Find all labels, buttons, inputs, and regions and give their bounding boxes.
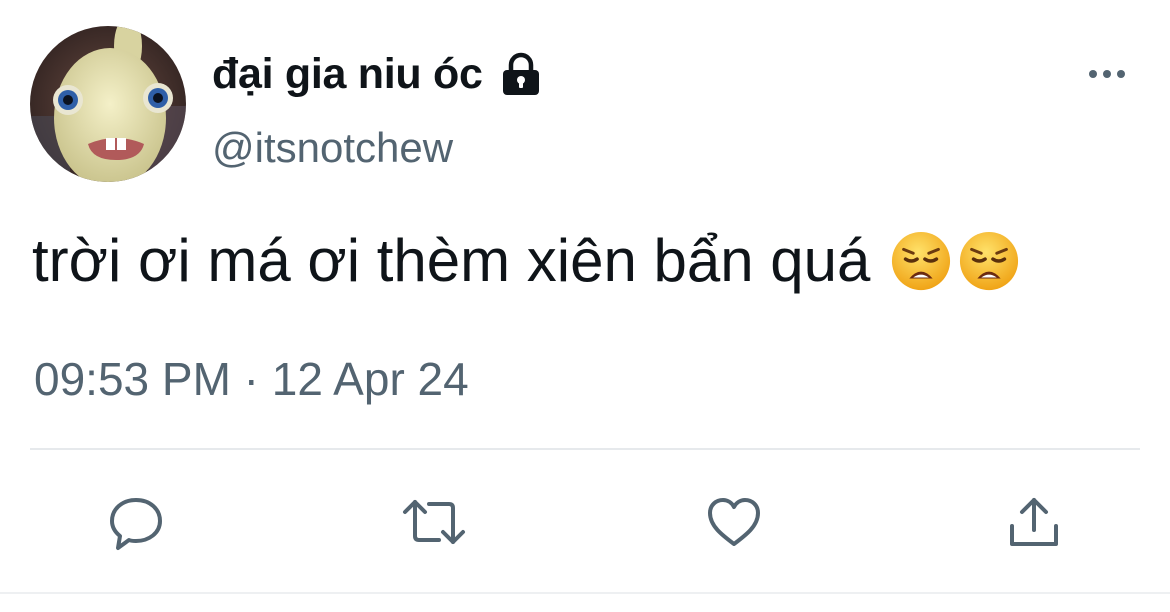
heart-icon bbox=[708, 498, 760, 546]
weary-face-emoji-icon bbox=[960, 231, 1019, 290]
retweet-button[interactable] bbox=[394, 482, 474, 562]
display-name-row: đại gia niu óc bbox=[212, 46, 545, 102]
tweet-card: đại gia niu óc @itsnotchew trời ơi má ơi… bbox=[0, 0, 1170, 612]
avatar[interactable] bbox=[30, 26, 186, 182]
tweet-text-row: trời ơi má ơi thèm xiên bẩn quá bbox=[32, 226, 1020, 295]
display-name[interactable]: đại gia niu óc bbox=[212, 50, 483, 99]
lock-icon bbox=[497, 50, 545, 98]
user-handle[interactable]: @itsnotchew bbox=[212, 124, 453, 172]
like-button[interactable] bbox=[694, 482, 774, 562]
share-icon bbox=[1010, 498, 1058, 546]
more-dots-icon[interactable] bbox=[1084, 58, 1130, 90]
bottom-divider bbox=[0, 592, 1170, 594]
tweet-text: trời ơi má ơi thèm xiên bẩn quá bbox=[32, 227, 871, 294]
reply-icon bbox=[110, 498, 162, 550]
retweet-icon bbox=[403, 500, 465, 544]
action-bar bbox=[0, 482, 1170, 562]
tweet-timestamp[interactable]: 09:53 PM · 12 Apr 24 bbox=[34, 352, 469, 406]
rabbid-avatar-icon bbox=[30, 26, 186, 182]
weary-face-emoji-icon bbox=[892, 231, 951, 290]
share-button[interactable] bbox=[994, 482, 1074, 562]
reply-button[interactable] bbox=[96, 482, 176, 562]
divider bbox=[30, 448, 1140, 450]
